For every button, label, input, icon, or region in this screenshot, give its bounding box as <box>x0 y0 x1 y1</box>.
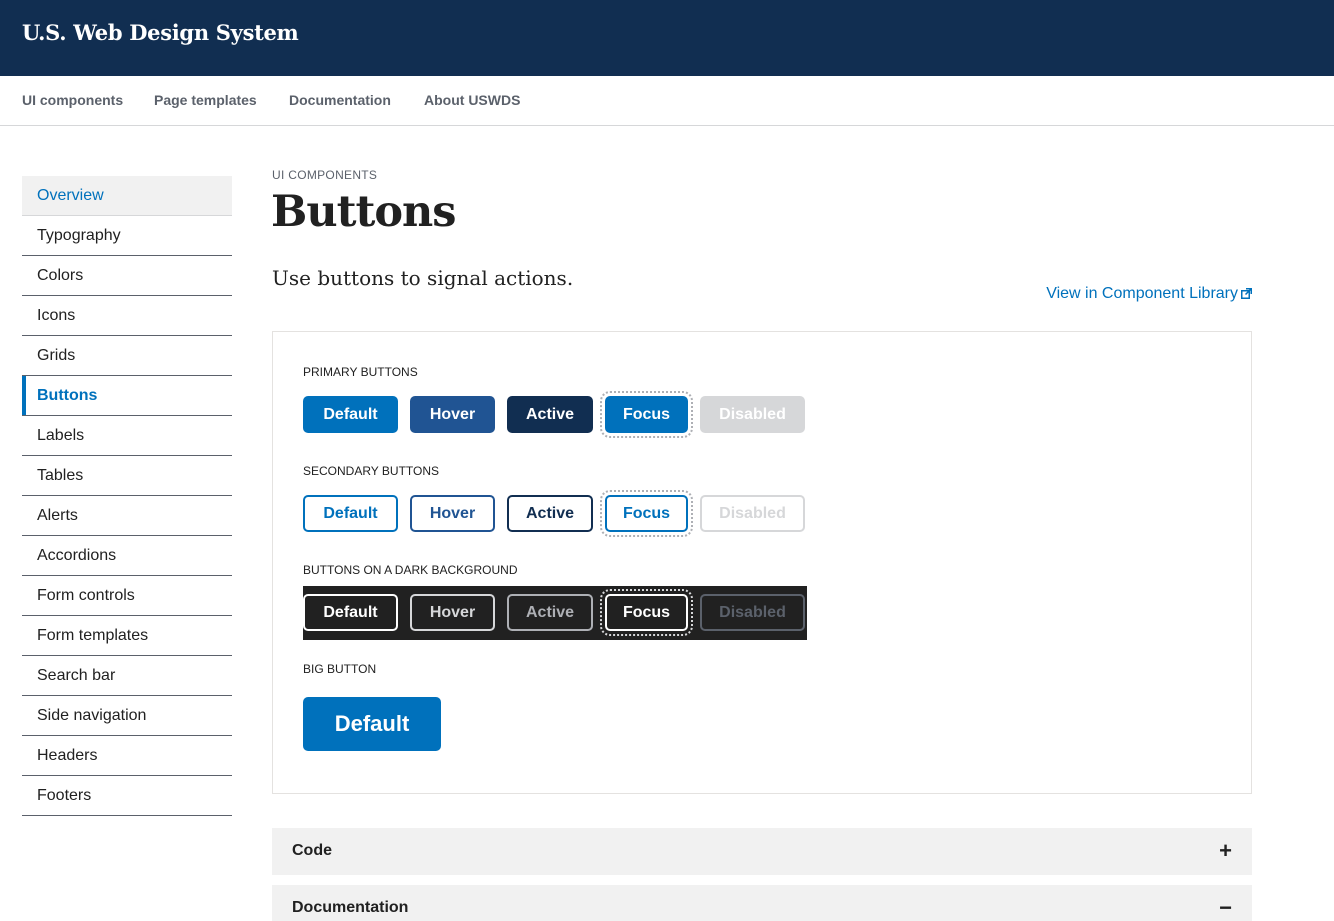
sidenav-item-typography[interactable]: Typography <box>22 216 232 256</box>
page-lead: Use buttons to signal actions. <box>272 266 574 290</box>
minus-icon: − <box>1219 895 1232 920</box>
secondary-buttons-label: SECONDARY BUTTONS <box>303 464 440 478</box>
sidenav-item-footers[interactable]: Footers <box>22 776 232 816</box>
sidenav-item-tables[interactable]: Tables <box>22 456 232 496</box>
site-title[interactable]: U.S. Web Design System <box>22 20 299 45</box>
accordion-documentation[interactable]: Documentation − <box>272 885 1252 921</box>
site-header: U.S. Web Design System <box>0 0 1334 76</box>
sidenav-item-labels[interactable]: Labels <box>22 416 232 456</box>
component-library-link[interactable]: View in Component Library <box>1046 285 1252 303</box>
sidenav-item-form-templates[interactable]: Form templates <box>22 616 232 656</box>
accordion-code-title: Code <box>292 842 332 859</box>
sidenav-item-form-controls[interactable]: Form controls <box>22 576 232 616</box>
sidenav-item-alerts[interactable]: Alerts <box>22 496 232 536</box>
primary-nav: UI components Page templates Documentati… <box>0 76 1334 126</box>
sidenav-item-accordions[interactable]: Accordions <box>22 536 232 576</box>
sidenav-item-icons[interactable]: Icons <box>22 296 232 336</box>
side-navigation: Overview Typography Colors Icons Grids B… <box>22 176 232 816</box>
dark-buttons-label: BUTTONS ON A DARK BACKGROUND <box>303 563 518 577</box>
sidenav-item-buttons[interactable]: Buttons <box>22 376 232 416</box>
accordion-code[interactable]: Code + <box>272 828 1252 875</box>
primary-disabled-button: Disabled <box>700 396 805 433</box>
secondary-default-button[interactable]: Default <box>303 495 398 532</box>
external-link-icon <box>1238 285 1252 302</box>
dark-default-button[interactable]: Default <box>303 594 398 631</box>
sidenav-item-grids[interactable]: Grids <box>22 336 232 376</box>
secondary-disabled-button: Disabled <box>700 495 805 532</box>
dark-focus-button[interactable]: Focus <box>600 589 693 636</box>
sidenav-item-colors[interactable]: Colors <box>22 256 232 296</box>
secondary-active-button[interactable]: Active <box>507 495 593 532</box>
primary-active-button[interactable]: Active <box>507 396 593 433</box>
sidenav-item-search-bar[interactable]: Search bar <box>22 656 232 696</box>
dark-hover-button[interactable]: Hover <box>410 594 495 631</box>
big-default-button[interactable]: Default <box>303 697 441 751</box>
page-title: Buttons <box>271 187 456 237</box>
primary-default-button[interactable]: Default <box>303 396 398 433</box>
secondary-focus-button[interactable]: Focus <box>600 490 693 537</box>
page-eyebrow: UI COMPONENTS <box>272 168 378 182</box>
big-button-label: BIG BUTTON <box>303 662 377 676</box>
primary-hover-button[interactable]: Hover <box>410 396 495 433</box>
button-preview: PRIMARY BUTTONS Default Hover Active Foc… <box>272 331 1252 794</box>
nav-item-documentation[interactable]: Documentation <box>289 92 391 108</box>
nav-item-page-templates[interactable]: Page templates <box>154 92 257 108</box>
sidenav-item-overview[interactable]: Overview <box>22 176 232 216</box>
nav-item-about-uswds[interactable]: About USWDS <box>424 92 520 108</box>
plus-icon: + <box>1219 838 1232 863</box>
nav-item-ui-components[interactable]: UI components <box>22 92 123 108</box>
secondary-hover-button[interactable]: Hover <box>410 495 495 532</box>
primary-buttons-label: PRIMARY BUTTONS <box>303 365 418 379</box>
component-library-link-label: View in Component Library <box>1046 285 1238 302</box>
sidenav-item-headers[interactable]: Headers <box>22 736 232 776</box>
dark-active-button[interactable]: Active <box>507 594 593 631</box>
sidenav-item-side-navigation[interactable]: Side navigation <box>22 696 232 736</box>
primary-focus-button[interactable]: Focus <box>600 391 693 438</box>
dark-disabled-button: Disabled <box>700 594 805 631</box>
accordion-documentation-title: Documentation <box>292 899 409 916</box>
